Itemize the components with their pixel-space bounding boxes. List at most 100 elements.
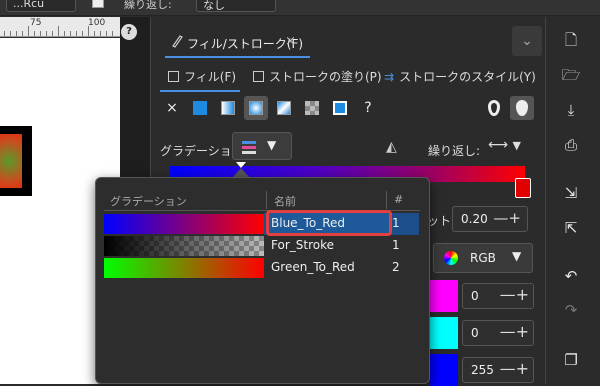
channel-value: 255 [471, 363, 494, 377]
pattern-icon[interactable] [300, 96, 324, 120]
gradient-list-item[interactable]: For_Stroke 1 [104, 235, 400, 257]
offset-spinbox[interactable]: 0.20 —+ [452, 206, 528, 232]
channel-spinbox[interactable]: 0 —+ [462, 283, 534, 309]
column-separator [386, 191, 387, 209]
offset-label: ット: [427, 214, 456, 228]
toolbar-repeat-dropdown[interactable]: なし [196, 0, 276, 12]
gradient-name: For_Stroke [271, 238, 334, 252]
chevron-down-icon[interactable]: ⌄ [512, 26, 542, 56]
fill-rule-nonzero-icon[interactable] [510, 96, 534, 120]
ruler-tick [88, 26, 89, 36]
repeat-label: 繰り返し: [428, 144, 481, 158]
ruler-number: 75 [30, 18, 42, 28]
mesh-gradient-icon[interactable] [272, 96, 296, 120]
ruler-tick [10, 31, 11, 36]
mesh-swatch [277, 101, 291, 115]
ruler-tick [46, 31, 47, 36]
repeat-dropdown[interactable]: ⟷ ▼ [488, 137, 521, 153]
stepper-icon[interactable]: —+ [500, 322, 529, 341]
gradient-stop-handle[interactable] [515, 178, 531, 198]
gradient-swatch [104, 214, 264, 234]
open-folder-icon[interactable]: 🗁 [561, 65, 581, 85]
pattern-swatch [305, 101, 319, 115]
redo-icon[interactable]: ↷ [561, 300, 581, 320]
gradient-swatch [104, 258, 264, 278]
stepper-icon[interactable]: —+ [500, 285, 529, 304]
subtab-stroke-style-label: ストロークのスタイル(Y) [399, 70, 536, 84]
close-icon[interactable]: × [285, 34, 296, 49]
no-paint-icon[interactable]: × [160, 96, 184, 120]
column-name[interactable]: 名前 [274, 193, 296, 209]
duplicate-icon[interactable]: ❐ [561, 350, 581, 370]
ruler-tick [112, 31, 113, 36]
gradient-dropdown[interactable]: ▼ [232, 132, 292, 160]
ruler-tick [4, 31, 5, 36]
new-document-icon[interactable]: 🗋 [561, 30, 581, 50]
object-fill [0, 134, 22, 188]
channel-spinbox[interactable]: 0 —+ [462, 320, 534, 346]
ruler-tick [76, 31, 77, 36]
ruler-tick [64, 31, 65, 36]
checkbox-icon [253, 71, 264, 82]
channel-swatch [430, 354, 458, 386]
ruler-number: 100 [88, 18, 106, 28]
brush-icon [172, 35, 183, 48]
toolbar-checkbox[interactable] [92, 0, 104, 8]
stepper-icon[interactable]: —+ [493, 209, 521, 227]
save-icon[interactable]: ⤓ [561, 100, 581, 120]
ruler-tick [70, 31, 71, 36]
export-icon[interactable]: ⇱ [561, 218, 581, 238]
color-mode-dropdown[interactable]: RGB ▼ [433, 243, 533, 273]
stroke-style-icon: ⇉ [384, 70, 395, 84]
channel-value: 0 [471, 289, 479, 303]
repeat-value: ⟷ [488, 137, 509, 153]
linear-gradient-icon[interactable] [216, 96, 240, 120]
import-icon[interactable]: ⇲ [561, 183, 581, 203]
unset-paint-icon[interactable]: ? [356, 96, 380, 120]
channel-value: 0 [471, 326, 479, 340]
stepper-icon[interactable]: —+ [500, 359, 529, 378]
column-gradient[interactable]: グラデーション [110, 193, 187, 209]
channel-swatch [430, 280, 458, 312]
flat-color-icon[interactable] [188, 96, 212, 120]
ruler-tick [22, 31, 23, 36]
undo-icon[interactable]: ↶ [561, 266, 581, 286]
chevron-down-icon: ▼ [267, 138, 277, 152]
ruler-tick [28, 26, 29, 36]
ruler-tick [94, 31, 95, 36]
gradient-count: 1 [392, 216, 400, 230]
radial-gradient-icon[interactable] [244, 96, 268, 120]
channel-spinbox[interactable]: 255 —+ [462, 357, 534, 383]
column-count[interactable]: # [394, 193, 403, 206]
subtab-stroke-style[interactable]: ⇉ ストロークのスタイル(Y) [384, 64, 536, 90]
horizontal-ruler: 75 100 [0, 17, 120, 37]
tab-fill-stroke[interactable]: フィル/ストローク(F) × [165, 26, 310, 58]
ruler-tick [58, 26, 59, 36]
help-icon[interactable]: ? [121, 24, 137, 40]
subtab-stroke-paint[interactable]: ストロークの塗り(P) [253, 64, 382, 90]
print-icon[interactable]: ⎙ [561, 135, 581, 155]
ruler-tick [40, 31, 41, 36]
font-dropdown[interactable]: ...Rcu [6, 0, 76, 12]
canvas-gradient-object[interactable] [0, 126, 32, 196]
gradient-count: 1 [392, 238, 400, 252]
gradient-overlay [104, 236, 264, 256]
color-mode-label: RGB [470, 251, 496, 265]
gradient-list-item[interactable]: Blue_To_Red 1 [104, 210, 419, 236]
swatch-icon[interactable] [328, 96, 352, 120]
ruler-tick [34, 31, 35, 36]
subtab-bar: フィル(F) ストロークの塗り(P) ⇉ ストロークのスタイル(Y) [158, 64, 545, 90]
ruler-tick [16, 31, 17, 36]
offset-value: 0.20 [461, 212, 488, 226]
ruler-tick [106, 31, 107, 36]
channel-swatch [430, 317, 458, 349]
gradient-library-icon [242, 141, 256, 154]
ruler-tick [52, 31, 53, 36]
paint-type-row: × ? [158, 94, 545, 124]
subtab-fill[interactable]: フィル(F) [168, 64, 236, 90]
ruler-tick [82, 31, 83, 36]
reverse-gradient-icon[interactable]: ◭ [386, 139, 397, 155]
gradient-list-header: グラデーション 名前 # [104, 189, 420, 211]
fill-rule-evenodd-icon[interactable] [482, 96, 506, 120]
gradient-list-item[interactable]: Green_To_Red 2 [104, 257, 400, 279]
